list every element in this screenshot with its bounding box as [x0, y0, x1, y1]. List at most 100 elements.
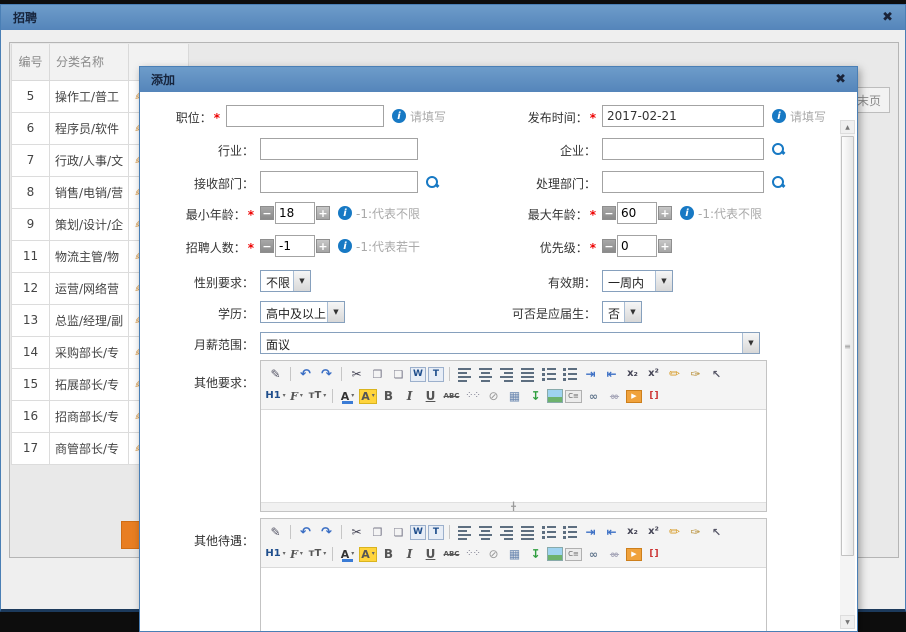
font-size-icon[interactable]: тT▾ — [308, 388, 327, 405]
source-code-icon[interactable]: ✎ — [266, 524, 285, 541]
headcount-increment-button[interactable]: + — [316, 239, 330, 253]
select-all-icon[interactable]: ↖ — [707, 366, 726, 383]
indent-icon[interactable]: ⇥ — [581, 366, 600, 383]
validity-select[interactable]: 一周内 ▼ — [602, 270, 673, 292]
chevron-down-icon[interactable]: ▼ — [655, 271, 672, 291]
outdent-icon[interactable]: ⇤ — [602, 366, 621, 383]
highlight-color-icon[interactable]: A▾ — [359, 547, 377, 562]
publish-time-input[interactable] — [602, 105, 764, 127]
image-icon[interactable] — [547, 389, 563, 403]
headcount-input[interactable] — [275, 235, 315, 257]
align-justify-icon[interactable] — [518, 524, 537, 541]
underline-icon[interactable]: U — [421, 388, 440, 405]
redo-icon[interactable]: ↷ — [317, 524, 336, 541]
chevron-down-icon[interactable]: ▼ — [327, 302, 344, 322]
link-icon[interactable]: ∞ — [584, 546, 603, 563]
symbol-grid-icon[interactable]: ⁘⁘ — [463, 388, 482, 405]
chevron-down-icon[interactable]: ▼ — [742, 333, 759, 353]
handle-dept-search-icon[interactable] — [771, 175, 785, 189]
ordered-list-icon[interactable] — [539, 366, 558, 383]
image-icon[interactable] — [547, 547, 563, 561]
code-embed-icon[interactable]: C≡ — [565, 390, 582, 403]
main-window-close-icon[interactable]: ✖ — [882, 11, 893, 24]
align-center-icon[interactable] — [476, 366, 495, 383]
column-header-name[interactable]: 分类名称 — [50, 44, 129, 80]
table-icon[interactable]: ▦ — [505, 388, 524, 405]
heading-icon[interactable]: H1▾ — [266, 546, 285, 563]
paste-word-icon[interactable]: W — [410, 525, 426, 540]
italic-icon[interactable]: I — [400, 546, 419, 563]
media-icon[interactable]: ▶ — [626, 548, 642, 561]
position-input[interactable] — [226, 105, 384, 127]
paste-icon[interactable]: ❏ — [389, 524, 408, 541]
italic-icon[interactable]: I — [400, 388, 419, 405]
enterprise-search-icon[interactable] — [771, 142, 785, 156]
font-size-icon[interactable]: тT▾ — [308, 546, 327, 563]
enterprise-input[interactable] — [602, 138, 764, 160]
eraser-icon[interactable]: ⊘ — [484, 546, 503, 563]
align-left-icon[interactable] — [455, 524, 474, 541]
paste-icon[interactable]: ❏ — [389, 366, 408, 383]
align-center-icon[interactable] — [476, 524, 495, 541]
select-all-icon[interactable]: ↖ — [707, 524, 726, 541]
align-left-icon[interactable] — [455, 366, 474, 383]
max-age-input[interactable] — [617, 202, 657, 224]
outdent-icon[interactable]: ⇤ — [602, 524, 621, 541]
scroll-down-arrow-icon[interactable]: ▼ — [840, 615, 855, 629]
min-age-input[interactable] — [275, 202, 315, 224]
heading-icon[interactable]: H1▾ — [266, 388, 285, 405]
undo-icon[interactable]: ↶ — [296, 366, 315, 383]
highlight-color-icon[interactable]: A▾ — [359, 389, 377, 404]
unordered-list-icon[interactable] — [560, 524, 579, 541]
cut-icon[interactable]: ✂ — [347, 366, 366, 383]
undo-icon[interactable]: ↶ — [296, 524, 315, 541]
font-color-icon[interactable]: A▾ — [338, 388, 357, 405]
clean-format-icon[interactable]: ✏ — [665, 524, 684, 541]
font-family-icon[interactable]: F▾ — [287, 546, 306, 563]
subscript-icon[interactable]: x₂ — [623, 366, 642, 383]
clean-format-icon[interactable]: ✏ — [665, 366, 684, 383]
editor-resize-handle[interactable]: ╋ — [261, 502, 766, 511]
unlink-icon[interactable]: ∞ — [605, 546, 624, 563]
insert-hr-icon[interactable]: ↧ — [526, 388, 545, 405]
ordered-list-icon[interactable] — [539, 524, 558, 541]
align-justify-icon[interactable] — [518, 366, 537, 383]
add-dialog-close-icon[interactable]: ✖ — [835, 73, 846, 86]
indent-icon[interactable]: ⇥ — [581, 524, 600, 541]
bold-icon[interactable]: B — [379, 388, 398, 405]
scrollbar-thumb[interactable]: ≡ — [841, 136, 854, 556]
max-age-increment-button[interactable]: + — [658, 206, 672, 220]
receive-dept-search-icon[interactable] — [425, 175, 439, 189]
subscript-icon[interactable]: x₂ — [623, 524, 642, 541]
format-painter-icon[interactable]: ✑ — [686, 524, 705, 541]
fullscreen-icon[interactable]: [ ] — [644, 388, 663, 405]
insert-hr-icon[interactable]: ↧ — [526, 546, 545, 563]
education-select[interactable]: 高中及以上 ▼ — [260, 301, 345, 323]
underline-icon[interactable]: U — [421, 546, 440, 563]
strikethrough-icon[interactable]: ABC — [442, 388, 461, 405]
max-age-decrement-button[interactable]: − — [602, 206, 616, 220]
receive-dept-input[interactable] — [260, 171, 418, 193]
priority-increment-button[interactable]: + — [658, 239, 672, 253]
gender-select[interactable]: 不限 ▼ — [260, 270, 311, 292]
min-age-increment-button[interactable]: + — [316, 206, 330, 220]
chevron-down-icon[interactable]: ▼ — [624, 302, 641, 322]
paste-text-icon[interactable]: T — [428, 525, 444, 540]
cut-icon[interactable]: ✂ — [347, 524, 366, 541]
copy-icon[interactable]: ❐ — [368, 524, 387, 541]
link-icon[interactable]: ∞ — [584, 388, 603, 405]
salary-range-select[interactable]: 面议 ▼ — [260, 332, 760, 354]
symbol-grid-icon[interactable]: ⁘⁘ — [463, 546, 482, 563]
source-code-icon[interactable]: ✎ — [266, 366, 285, 383]
headcount-decrement-button[interactable]: − — [260, 239, 274, 253]
scroll-up-arrow-icon[interactable]: ▲ — [840, 120, 855, 134]
unlink-icon[interactable]: ∞ — [605, 388, 624, 405]
chevron-down-icon[interactable]: ▼ — [293, 271, 310, 291]
code-embed-icon[interactable]: C≡ — [565, 548, 582, 561]
font-family-icon[interactable]: F▾ — [287, 388, 306, 405]
fullscreen-icon[interactable]: [ ] — [644, 546, 663, 563]
industry-input[interactable] — [260, 138, 418, 160]
priority-input[interactable] — [617, 235, 657, 257]
handle-dept-input[interactable] — [602, 171, 764, 193]
modal-scrollbar[interactable]: ▲ ≡ ▼ — [840, 120, 855, 629]
